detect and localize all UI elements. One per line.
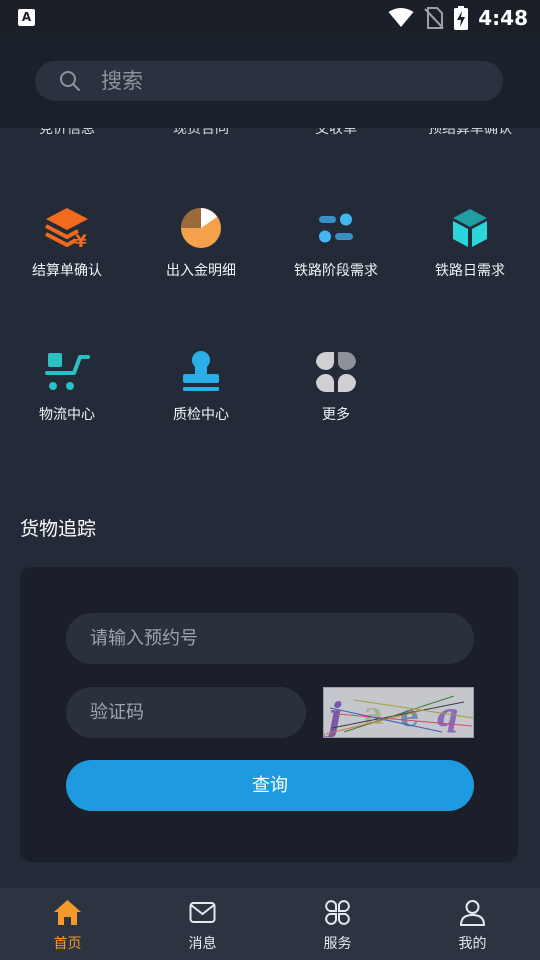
- pie-chart-icon: [181, 208, 221, 248]
- menu-item-label: 铁路日需求: [435, 263, 505, 279]
- tab-label: 消息: [188, 936, 217, 952]
- search-icon: [60, 71, 80, 91]
- tracking-card: 请输入预约号 验证码 j a e q 查询: [20, 567, 518, 862]
- menu-item-label: 结算单确认: [32, 263, 102, 279]
- query-button[interactable]: 查询: [66, 760, 474, 811]
- tab-label: 服务: [323, 936, 352, 952]
- mail-icon: [189, 902, 216, 923]
- status-bar: A 4:48: [0, 0, 540, 36]
- menu-item-label: 出入金明细: [166, 263, 236, 279]
- tab-services[interactable]: 服务: [270, 888, 405, 960]
- menu-item-settlement-confirm[interactable]: ¥ 结算单确认: [0, 205, 134, 315]
- menu-item-quality-center[interactable]: 质检中心: [134, 349, 268, 459]
- menu-item-label: 物流中心: [39, 407, 95, 423]
- tab-messages[interactable]: 消息: [135, 888, 270, 960]
- tab-home[interactable]: 首页: [0, 888, 135, 960]
- menu-item-rail-stage-demand[interactable]: 铁路阶段需求: [269, 205, 403, 315]
- menu-item-logistics-center[interactable]: 物流中心: [0, 349, 134, 459]
- svg-text:¥: ¥: [75, 232, 87, 251]
- header: 搜索: [0, 36, 540, 128]
- menu-item-label[interactable]: 预结算单确认: [403, 128, 537, 138]
- more-grid-icon: [316, 352, 356, 392]
- stamp-icon: [183, 351, 219, 391]
- menu-item-label: 铁路阶段需求: [294, 263, 378, 279]
- captcha-image[interactable]: j a e q: [323, 687, 474, 738]
- menu-item-rail-daily-demand[interactable]: 铁路日需求: [403, 205, 537, 315]
- battery-charging-icon: [454, 6, 469, 30]
- search-placeholder: 搜索: [101, 69, 143, 93]
- tab-profile[interactable]: 我的: [405, 888, 540, 960]
- cut-off-menu-row: 竞价信息 现货合同 交收单 预结算单确认: [0, 128, 540, 138]
- stacked-yen-icon: ¥: [45, 208, 88, 251]
- menu-item-label: 更多: [322, 407, 350, 423]
- wifi-icon: [388, 8, 414, 27]
- bottom-tab-bar: 首页 消息 服务 我的: [0, 888, 540, 960]
- cart-icon: [45, 353, 90, 390]
- menu-item-label[interactable]: 竞价信息: [0, 128, 134, 138]
- menu-item-funds-detail[interactable]: 出入金明细: [134, 205, 268, 315]
- section-title-cargo-tracking: 货物追踪: [20, 518, 97, 540]
- services-icon: [325, 900, 350, 925]
- menu-item-label[interactable]: 交收单: [269, 128, 403, 138]
- tab-label: 首页: [53, 936, 82, 952]
- tab-label: 我的: [458, 936, 487, 952]
- captcha-input[interactable]: 验证码: [66, 687, 306, 738]
- reservation-number-input[interactable]: 请输入预约号: [66, 613, 474, 664]
- app-notification-icon: A: [18, 9, 35, 26]
- svg-text:e: e: [400, 699, 419, 734]
- status-icons: 4:48: [388, 4, 528, 32]
- home-icon: [54, 900, 81, 925]
- cube-icon: [453, 209, 487, 247]
- search-input[interactable]: 搜索: [35, 61, 503, 101]
- menu-item-label[interactable]: 现货合同: [134, 128, 268, 138]
- no-sim-icon: [424, 7, 444, 29]
- menu-item-more[interactable]: 更多: [269, 349, 403, 459]
- user-icon: [459, 900, 486, 926]
- status-time: 4:48: [478, 6, 528, 30]
- toggle-settings-icon: [319, 213, 353, 243]
- menu-item-label: 质检中心: [173, 407, 229, 423]
- captcha-graphic: j a e q: [324, 688, 473, 737]
